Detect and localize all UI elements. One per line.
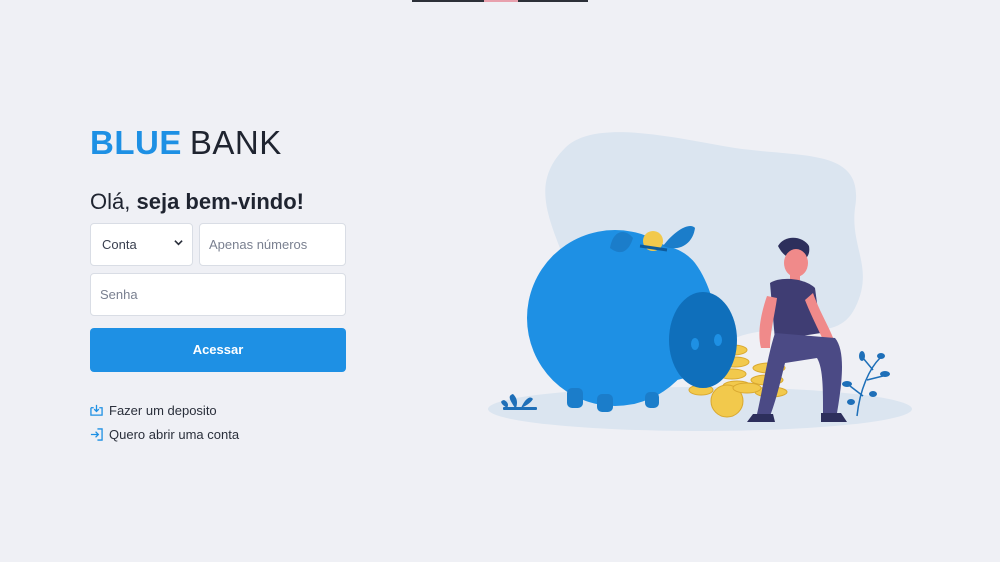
account-type-select[interactable]: Conta — [90, 223, 193, 266]
account-type-value: Conta — [102, 237, 137, 252]
greeting-prefix: Olá, — [90, 189, 131, 214]
top-progress-bar — [412, 0, 588, 2]
open-account-link-label: Quero abrir uma conta — [109, 427, 240, 442]
chevron-down-icon — [174, 240, 183, 246]
open-account-link[interactable]: Quero abrir uma conta — [90, 427, 239, 442]
password-placeholder: Senha — [100, 287, 138, 302]
account-number-placeholder: Apenas números — [209, 237, 308, 252]
download-tray-icon — [90, 404, 103, 416]
account-number-input[interactable]: Apenas números — [199, 223, 346, 266]
piggy-bank-illustration — [488, 132, 912, 431]
brand-name-bank: BANK — [189, 124, 282, 161]
sign-in-arrow-icon — [90, 428, 103, 441]
welcome-heading: Olá, seja bem-vindo! — [90, 189, 304, 215]
deposit-link[interactable]: Fazer um deposito — [90, 403, 217, 418]
deposit-link-label: Fazer um deposito — [109, 403, 217, 418]
password-input[interactable]: Senha — [90, 273, 346, 316]
brand-name-blue: BLUE — [90, 124, 182, 161]
login-button[interactable]: Acessar — [90, 328, 346, 372]
brand-logo: BLUE BANK — [90, 124, 282, 162]
greeting-emphasis: seja bem-vindo! — [136, 189, 304, 214]
